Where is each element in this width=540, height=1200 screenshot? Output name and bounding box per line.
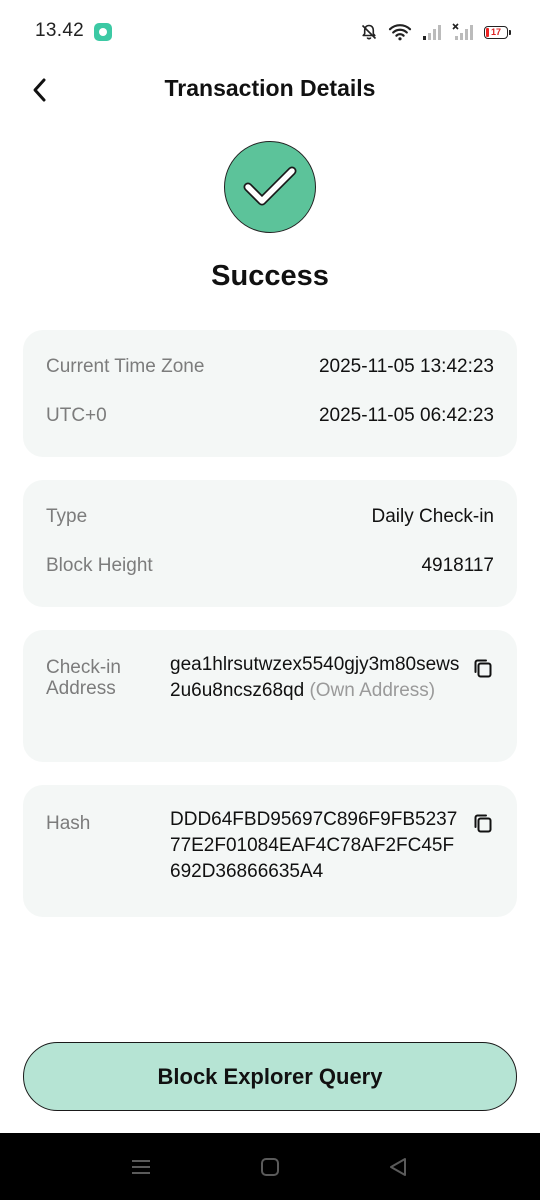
block-explorer-query-button[interactable]: Block Explorer Query <box>23 1042 517 1111</box>
page-title: Transaction Details <box>164 75 376 101</box>
status-bar: 13.42 17 <box>0 0 540 64</box>
current-time-zone-label: Current Time Zone <box>46 356 205 377</box>
hash-label: Hash <box>46 813 91 834</box>
status-title: Success <box>211 260 329 292</box>
menu-icon[interactable] <box>129 1155 153 1179</box>
battery-icon: 17 <box>484 25 511 39</box>
bell-muted-icon <box>361 24 377 40</box>
copy-icon[interactable] <box>471 656 495 680</box>
copy-icon[interactable] <box>471 811 495 835</box>
home-icon[interactable] <box>258 1155 282 1179</box>
check-in-address-label: Check-in Address <box>46 657 121 699</box>
utc-label: UTC+0 <box>46 405 107 426</box>
type-card: Type Daily Check-in Block Height 4918117 <box>23 480 517 607</box>
info-row: Current Time Zone 2025-11-05 13:42:23 <box>46 356 494 378</box>
signal-no-service-icon <box>452 23 473 40</box>
check-in-address-value[interactable]: gea1hlrsutwzex5540gjy3m80sews2u6u8ncsz68… <box>170 652 462 704</box>
check-circle-icon <box>224 141 316 233</box>
status-icons: 17 <box>360 20 511 44</box>
info-row: Block Height 4918117 <box>46 555 494 577</box>
utc-value: 2025-11-05 06:42:23 <box>318 405 494 426</box>
app-notification-icon <box>94 23 112 41</box>
block-height-label: Block Height <box>46 555 153 576</box>
battery-level: 17 <box>490 26 501 37</box>
status-time: 13.42 <box>35 20 85 41</box>
checkmark-icon <box>243 166 297 206</box>
type-label: Type <box>46 506 88 527</box>
signal-icon <box>423 25 441 40</box>
time-card: Current Time Zone 2025-11-05 13:42:23 UT… <box>23 330 517 457</box>
info-row: UTC+0 2025-11-05 06:42:23 <box>46 405 494 427</box>
block-height-value: 4918117 <box>421 555 494 576</box>
address-card: Check-in Address gea1hlrsutwzex5540gjy3m… <box>23 630 517 762</box>
info-row: Type Daily Check-in <box>46 506 494 528</box>
hash-value[interactable]: DDD64FBD95697C896F9FB523777E2F01084EAF4C… <box>170 807 462 885</box>
hash-card: Hash DDD64FBD95697C896F9FB523777E2F01084… <box>23 785 517 917</box>
wifi-icon <box>388 24 412 41</box>
battery-fill <box>486 27 489 37</box>
screen: 13.42 17 Transaction Details Success Cur… <box>0 0 540 1200</box>
type-value: Daily Check-in <box>371 506 494 527</box>
own-address-tag: (Own Address) <box>309 680 436 701</box>
header: Transaction Details <box>0 64 540 114</box>
system-nav-bar <box>0 1133 540 1200</box>
back-triangle-icon[interactable] <box>386 1155 410 1179</box>
current-time-zone-value: 2025-11-05 13:42:23 <box>318 356 494 377</box>
